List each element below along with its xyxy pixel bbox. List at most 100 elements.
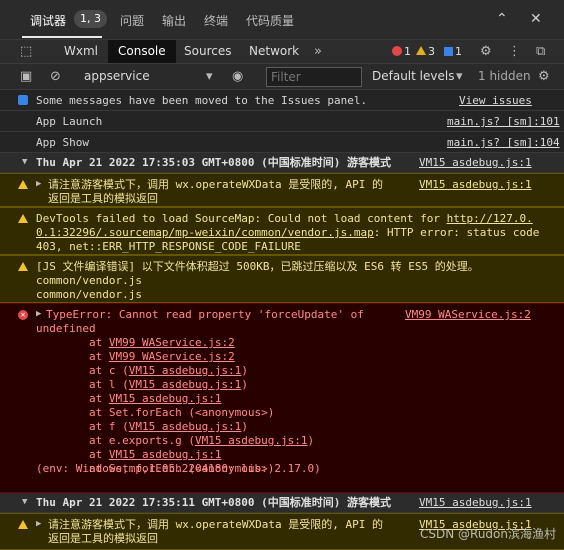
group-collapse-icon[interactable]: ▼ (22, 497, 27, 507)
expand-arrow-icon[interactable]: ▶ (36, 179, 41, 189)
stack-frame-suffix: ) (307, 434, 315, 447)
group2-timestamp: Thu Apr 21 2022 17:35:11 GMT+0800 (中国标准时… (36, 496, 392, 509)
eye-icon[interactable]: ◉ (232, 69, 243, 84)
error-message-line2: undefined (36, 322, 96, 335)
stack-frame-text: at (36, 350, 109, 363)
filter-input[interactable] (266, 67, 362, 87)
stack-frame-link[interactable]: VM15 asdebug.js:1 (109, 448, 222, 461)
top-tab-bar: 调试器 1, 3 问题 输出 终端 代码质量 ⌃ ✕ (0, 0, 564, 40)
view-issues-link[interactable]: View issues (459, 94, 532, 108)
stack-frame-link[interactable]: VM15 asdebug.js:1 (129, 364, 242, 377)
tab-debugger[interactable]: 调试器 (30, 12, 66, 29)
stack-frame: at l (VM15 asdebug.js:1) (36, 378, 248, 392)
guest2-warning-line2: 返回是工具的模拟返回 (48, 532, 158, 545)
gear-icon[interactable]: ⚙ (480, 44, 492, 59)
stack-frame-link[interactable]: VM15 asdebug.js:1 (195, 434, 308, 447)
tab-terminal[interactable]: 终端 (204, 12, 228, 29)
tab-sources[interactable]: Sources (184, 40, 231, 63)
sourcemap-warning-text: DevTools failed to load SourceMap: Could… (36, 212, 447, 225)
clear-console-icon[interactable]: ⊘ (50, 69, 61, 84)
stack-frame-link[interactable]: VM99 WAService.js:2 (109, 336, 235, 349)
group-collapse-icon[interactable]: ▼ (22, 157, 27, 167)
tab-code-quality[interactable]: 代码质量 (246, 12, 294, 29)
tab-network[interactable]: Network (249, 40, 299, 63)
error-count[interactable]: 1 (392, 45, 411, 58)
guest2-warning-line1: 请注意游客模式下，调用 wx.operateWXData 是受限的, API 的 (48, 518, 383, 531)
guest-warning-source-link[interactable]: VM15 asdebug.js:1 (419, 178, 532, 192)
console-warning-guest-1: ▶ 请注意游客模式下，调用 wx.operateWXData 是受限的, API… (0, 173, 564, 207)
tab-output[interactable]: 输出 (162, 12, 186, 29)
info-icon (18, 95, 28, 105)
app-show-source-link[interactable]: main.js? [sm]:104 (447, 136, 560, 150)
console-message-app-launch: App Launch main.js? [sm]:101 (0, 111, 564, 132)
console-settings-icon[interactable]: ⚙ (538, 69, 550, 84)
group1-timestamp: Thu Apr 21 2022 17:35:03 GMT+0800 (中国标准时… (36, 156, 392, 169)
error-source-link[interactable]: VM99 WAService.js:2 (405, 308, 531, 322)
tab-console[interactable]: Console (108, 40, 176, 63)
tab-problems[interactable]: 问题 (120, 12, 144, 29)
stack-frame: at c (VM15 asdebug.js:1) (36, 364, 248, 378)
console-message-app-show: App Show main.js? [sm]:104 (0, 132, 564, 153)
guest-warning-line1: 请注意游客模式下，调用 wx.operateWXData 是受限的, API 的 (48, 178, 383, 191)
stack-frame: at e.exports.g (VM15 asdebug.js:1) (36, 434, 314, 448)
info-count-value: 1 (455, 45, 462, 58)
sidebar-toggle-icon[interactable]: ▣ (20, 69, 32, 84)
issues-moved-text: Some messages have been moved to the Iss… (36, 94, 368, 107)
sourcemap-url-link-cont[interactable]: 0.1:32296/.sourcemap/mp-weixin/common/ve… (36, 226, 374, 239)
debugger-badge: 1, 3 (74, 10, 107, 28)
app-launch-source-link[interactable]: main.js? [sm]:101 (447, 115, 560, 129)
warning-icon (18, 214, 28, 223)
stack-frame-link[interactable]: VM99 WAService.js:2 (109, 350, 235, 363)
context-dropdown-icon[interactable]: ▾ (206, 69, 213, 84)
devtools-tab-bar: ⬚ Wxml Console Sources Network » 1 3 1 ⚙… (0, 40, 564, 64)
error-message-line1: TypeError: Cannot read property 'forceUp… (46, 308, 364, 321)
expand-arrow-icon[interactable]: ▶ (36, 309, 41, 319)
log-levels-dropdown[interactable]: Default levels (372, 69, 454, 83)
hidden-count: 1 hidden (478, 69, 531, 83)
group1-source-link[interactable]: VM15 asdebug.js:1 (419, 156, 532, 170)
stack-frame: at VM99 WAService.js:2 (36, 350, 235, 364)
compile-warning-file2: common/vendor.js (36, 288, 142, 301)
compile-warning-line1: [JS 文件编译错误] 以下文件体积超过 500KB，已跳过压缩以及 ES6 转… (36, 260, 479, 273)
stack-frame-text: at (36, 336, 109, 349)
sourcemap-url-link[interactable]: http://127.0. (447, 212, 533, 225)
console-output: Some messages have been moved to the Iss… (0, 90, 564, 550)
dock-icon[interactable]: ⧉ (536, 44, 545, 59)
console-warning-sourcemap: DevTools failed to load SourceMap: Could… (0, 207, 564, 255)
stack-frame-text: at c ( (36, 364, 129, 377)
stack-frame-suffix: ) (241, 364, 248, 377)
watermark: CSDN @Rudon滨海渔村 (420, 527, 556, 541)
stack-frame-text: at e.exports.g ( (36, 434, 195, 447)
stack-frame: at Set.forEach (<anonymous>) (36, 406, 274, 420)
error-count-icon (392, 46, 402, 56)
context-selector[interactable]: appservice (84, 69, 150, 83)
error-env-info: (env: Windows,mp,1.05.2204180; lib: 2.17… (36, 462, 321, 475)
stack-frame-link[interactable]: VM15 asdebug.js:1 (129, 420, 242, 433)
stack-frame-link[interactable]: VM15 asdebug.js:1 (129, 378, 242, 391)
collapse-up-icon[interactable]: ⌃ (496, 11, 508, 27)
error-count-value: 1 (404, 45, 411, 58)
expand-arrow-icon[interactable]: ▶ (36, 519, 41, 529)
stack-frame-text: at Set.forEach (<anonymous>) (36, 406, 275, 419)
console-message-issues: Some messages have been moved to the Iss… (0, 90, 564, 111)
group2-source-link[interactable]: VM15 asdebug.js:1 (419, 496, 532, 510)
tab-wxml[interactable]: Wxml (64, 40, 98, 63)
more-tabs-icon[interactable]: » (314, 44, 322, 59)
warning-count[interactable]: 3 (416, 45, 435, 58)
stack-frame-text: at (36, 392, 109, 405)
app-show-text: App Show (36, 136, 89, 149)
stack-frame-suffix: ) (241, 378, 248, 391)
stack-frame: at f (VM15 asdebug.js:1) (36, 420, 248, 434)
console-group-header-1[interactable]: ▼ Thu Apr 21 2022 17:35:03 GMT+0800 (中国标… (0, 153, 564, 173)
stack-frame-link[interactable]: VM15 asdebug.js:1 (109, 392, 222, 405)
console-group-header-2[interactable]: ▼ Thu Apr 21 2022 17:35:11 GMT+0800 (中国标… (0, 493, 564, 513)
app-launch-text: App Launch (36, 115, 103, 128)
stack-frame-text: at f ( (36, 420, 129, 433)
info-count[interactable]: 1 (444, 45, 462, 58)
stack-frame: at VM99 WAService.js:2 (36, 336, 235, 350)
more-options-icon[interactable]: ⋮ (508, 44, 521, 59)
active-tab-indicator (22, 36, 102, 38)
inspect-element-icon[interactable]: ⬚ (20, 44, 32, 59)
levels-dropdown-icon[interactable]: ▾ (456, 69, 463, 84)
close-icon[interactable]: ✕ (530, 11, 542, 27)
